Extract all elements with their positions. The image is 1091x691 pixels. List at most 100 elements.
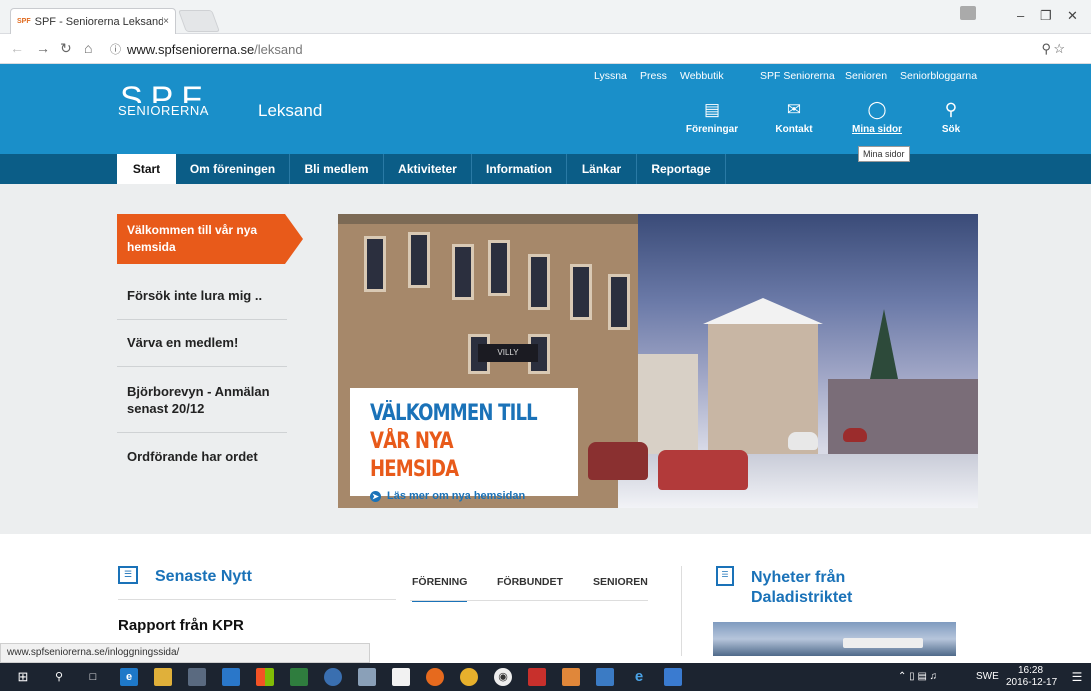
- user-icon: ◯: [867, 100, 887, 119]
- mina-sidor-link[interactable]: ◯ Mina sidor: [842, 100, 912, 135]
- spf-favicon-icon: SPF: [17, 18, 31, 25]
- store-icon[interactable]: [188, 668, 206, 686]
- browser-tab-bar: SPF SPF - Seniorerna Leksand × – ❐ ✕: [0, 0, 1091, 34]
- main-nav: Start Om föreningen Bli medlem Aktivitet…: [0, 154, 1091, 184]
- divider: [681, 566, 682, 656]
- nav-lankar[interactable]: Länkar: [567, 154, 637, 184]
- divider: [117, 432, 287, 433]
- hero-overlay-box: VÄLKOMMEN TILL VÅR NYA HEMSIDA ➤ Läs mer…: [350, 388, 578, 502]
- news-heading: Senaste Nytt: [155, 568, 252, 585]
- mina-sidor-label: Mina sidor: [851, 124, 902, 135]
- search-icon[interactable]: ⚲: [50, 668, 68, 686]
- foreningar-link[interactable]: ▤ Föreningar: [677, 100, 747, 135]
- top-link-lyssna[interactable]: Lyssna: [594, 70, 627, 82]
- kontakt-link[interactable]: ✉ Kontakt: [759, 100, 829, 135]
- clock-time[interactable]: 16:28: [1018, 665, 1043, 676]
- news-article-title[interactable]: Rapport från KPR: [118, 617, 244, 634]
- url-domain: www.spfseniorerna.se: [127, 41, 255, 57]
- tray-icons[interactable]: ⌃ ▯ ▤ ♫: [898, 671, 937, 682]
- sidebar-item[interactable]: Björborevyn - Anmälan senast 20/12: [117, 383, 277, 417]
- hero-image[interactable]: VILLY VÄLKOMMEN TILL VÅR NYA HEMSIDA ➤ L…: [338, 214, 978, 508]
- status-bar-url: www.spfseniorerna.se/inloggningssida/: [0, 643, 370, 663]
- app-icon[interactable]: [324, 668, 342, 686]
- chrome-icon[interactable]: [460, 668, 478, 686]
- dala-news-heading: Nyheter från Daladistriktet: [751, 568, 852, 608]
- word-icon[interactable]: [664, 668, 682, 686]
- sidebar-item[interactable]: Ordförande har ordet: [117, 448, 287, 465]
- nav-information[interactable]: Information: [472, 154, 567, 184]
- nav-start[interactable]: Start: [117, 154, 176, 184]
- nav-om-foreningen[interactable]: Om föreningen: [176, 154, 290, 184]
- sidebar-item-active[interactable]: Välkommen till vår nya hemsida: [117, 214, 303, 264]
- top-link-spf-seniorerna[interactable]: SPF Seniorerna: [760, 70, 835, 82]
- sok-label: Sök: [941, 124, 961, 135]
- minimize-icon[interactable]: –: [1017, 8, 1024, 23]
- hero-title-line2: VÅR NYA HEMSIDA: [370, 429, 459, 482]
- spf-logo[interactable]: SPF SENIORERNA: [116, 82, 236, 132]
- document-icon: ☰: [716, 566, 734, 586]
- pdf-icon[interactable]: [528, 668, 546, 686]
- url-input[interactable]: ⓘ www.spfseniorerna.se/leksand: [104, 38, 1074, 60]
- sidebar-item[interactable]: Värva en medlem!: [117, 334, 287, 351]
- app-icon[interactable]: [222, 668, 240, 686]
- home-icon[interactable]: ⌂: [84, 40, 92, 56]
- language-indicator[interactable]: SWE: [976, 671, 999, 682]
- url-path: /leksand: [254, 41, 303, 57]
- forward-icon[interactable]: →: [36, 40, 50, 56]
- divider: [117, 366, 287, 367]
- nav-reportage[interactable]: Reportage: [637, 154, 726, 184]
- foreningar-label: Föreningar: [685, 124, 739, 135]
- document-icon[interactable]: [392, 668, 410, 686]
- close-window-icon[interactable]: ✕: [1067, 8, 1078, 24]
- office-icon[interactable]: [256, 668, 274, 686]
- info-icon[interactable]: ⓘ: [110, 41, 121, 57]
- logo-seniorerna-text: SENIORERNA: [116, 103, 211, 118]
- internet-explorer-icon[interactable]: e: [630, 668, 648, 686]
- search-icon: ⚲: [944, 100, 958, 119]
- excel-icon[interactable]: [290, 668, 308, 686]
- bookmark-star-icon[interactable]: ☆: [1053, 41, 1065, 57]
- app-icon[interactable]: [358, 668, 376, 686]
- top-link-press[interactable]: Press: [640, 70, 667, 82]
- new-tab-button[interactable]: [177, 10, 221, 32]
- firefox-icon[interactable]: [426, 668, 444, 686]
- divider: [117, 319, 287, 320]
- sidebar-item[interactable]: Försök inte lura mig ..: [117, 287, 287, 304]
- top-link-senioren[interactable]: Senioren: [845, 70, 887, 82]
- app-icon[interactable]: [562, 668, 580, 686]
- divider: [118, 599, 396, 600]
- edge-icon[interactable]: e: [120, 668, 138, 686]
- tab-senioren[interactable]: SENIOREN: [593, 576, 648, 588]
- tab-forbundet[interactable]: FÖRBUNDET: [497, 576, 563, 588]
- nav-aktiviteter[interactable]: Aktiviteter: [384, 154, 472, 184]
- windows-start-icon[interactable]: ⊞: [14, 668, 32, 686]
- notifications-icon[interactable]: ☰: [1068, 668, 1086, 686]
- shop-sign: VILLY: [478, 344, 538, 362]
- file-explorer-icon[interactable]: [154, 668, 172, 686]
- kontakt-label: Kontakt: [775, 124, 813, 135]
- dala-heading-line2: Daladistriktet: [751, 589, 853, 606]
- dala-news-image[interactable]: [713, 622, 956, 656]
- clock-date[interactable]: 2016-12-17: [1006, 677, 1057, 688]
- top-link-seniorbloggarna[interactable]: Seniorbloggarna: [900, 70, 977, 82]
- sok-link[interactable]: ⚲ Sök: [916, 100, 986, 135]
- top-link-webbutik[interactable]: Webbutik: [680, 70, 724, 82]
- app-icon[interactable]: [596, 668, 614, 686]
- nav-bli-medlem[interactable]: Bli medlem: [290, 154, 384, 184]
- tab-forening[interactable]: FÖRENING: [412, 576, 468, 602]
- reload-icon[interactable]: ↻: [60, 40, 72, 57]
- zoom-icon[interactable]: ⚲: [1041, 41, 1051, 57]
- address-bar-row: ← → ↻ ⌂ ⓘ www.spfseniorerna.se/leksand ⚲…: [0, 34, 1091, 64]
- task-view-icon[interactable]: □: [84, 668, 102, 686]
- back-icon[interactable]: ←: [10, 40, 24, 56]
- site-name: Leksand: [258, 101, 323, 120]
- app-icon[interactable]: ◉: [494, 668, 512, 686]
- tooltip: Mina sidor: [858, 146, 910, 162]
- profile-icon[interactable]: [960, 6, 976, 20]
- news-section: ☰ Senaste Nytt Rapport från KPR FÖRENING…: [0, 534, 1091, 656]
- tab-close-icon[interactable]: ×: [163, 16, 169, 27]
- restore-icon[interactable]: ❐: [1040, 8, 1052, 24]
- browser-tab[interactable]: SPF SPF - Seniorerna Leksand ×: [10, 8, 176, 34]
- hero-read-more-link[interactable]: ➤ Läs mer om nya hemsidan: [370, 490, 578, 502]
- hero-read-more-label: Läs mer om nya hemsidan: [387, 490, 526, 502]
